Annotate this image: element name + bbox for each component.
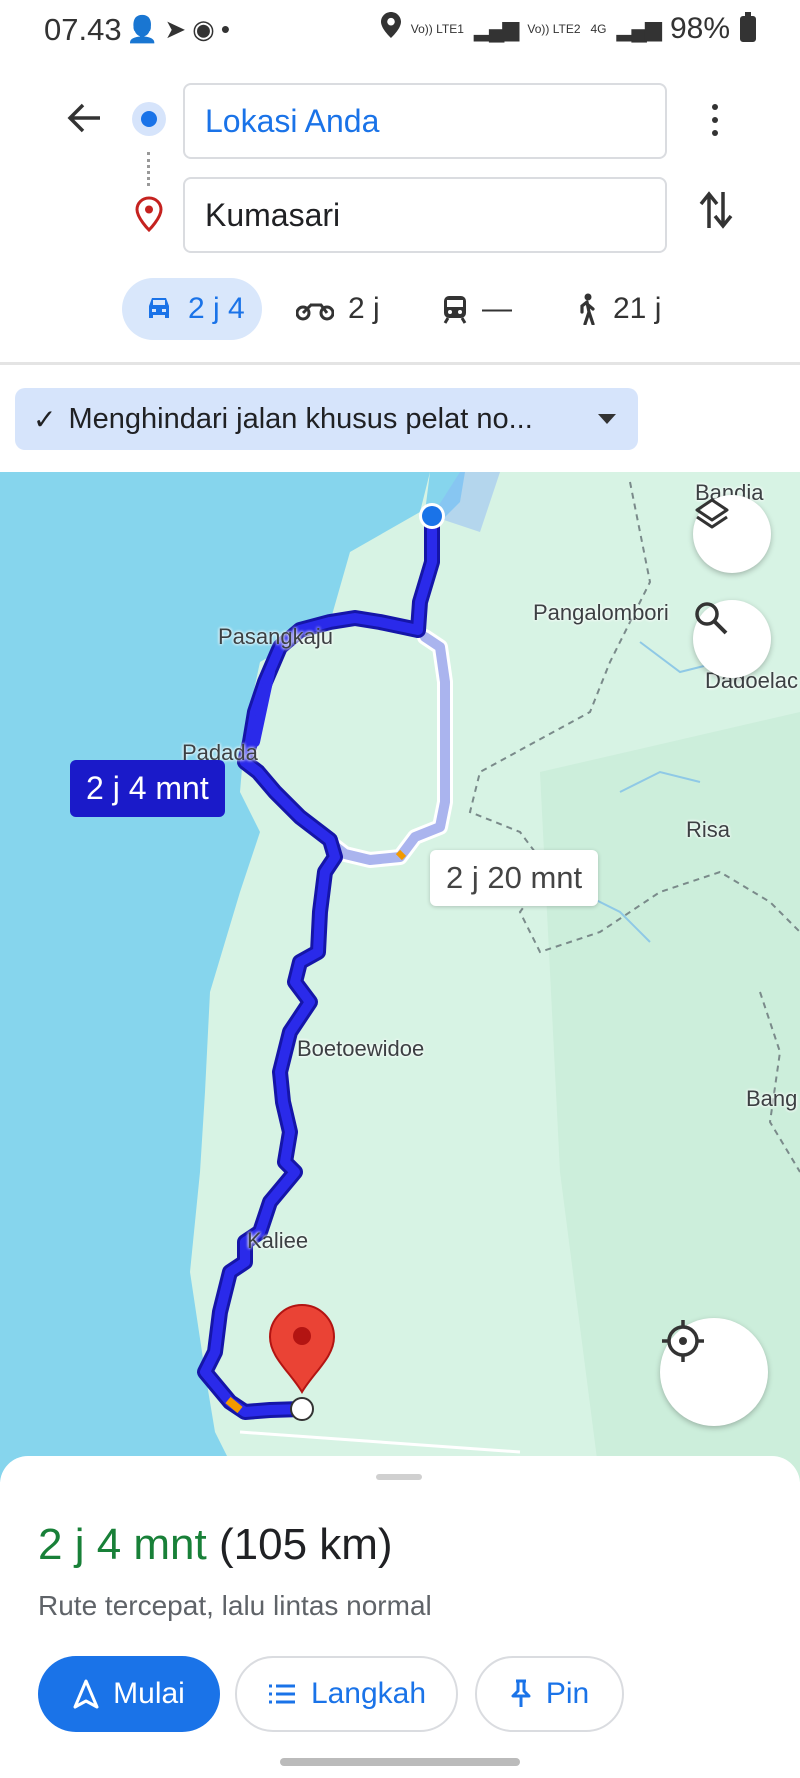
tab-transit-label: —: [482, 292, 512, 325]
start-button[interactable]: Mulai: [38, 1656, 220, 1732]
status-bar: 07.43 👤➤◉• Vo)) LTE1 ▂▄▆ Vo)) LTE2 4G ▂▄…: [0, 0, 800, 60]
notification-icons: 👤➤◉•: [126, 14, 236, 45]
check-icon: ✓: [33, 403, 57, 435]
steps-button[interactable]: Langkah: [235, 1656, 458, 1732]
route-subtitle: Rute tercepat, lalu lintas normal: [38, 1590, 432, 1621]
eta-primary-bubble[interactable]: 2 j 4 mnt: [70, 760, 225, 817]
more-dots-icon: [712, 104, 718, 110]
tab-motorcycle[interactable]: 2 j: [296, 278, 380, 340]
signal-icon: ▂▄▆: [473, 16, 519, 41]
tab-transit[interactable]: —: [442, 278, 512, 340]
map-label-pasangkaju: Pasangkaju: [218, 624, 333, 649]
route-connector: [147, 152, 151, 186]
motorcycle-icon: [296, 303, 334, 321]
map-label-risa: Risa: [686, 817, 731, 842]
origin-field[interactable]: Lokasi Anda: [183, 83, 667, 159]
sim1-label: Vo)) LTE1: [410, 22, 464, 36]
map-search-button[interactable]: [693, 600, 771, 678]
sheet-drag-handle[interactable]: [376, 1474, 422, 1480]
tab-walk-label: 21 j: [613, 292, 662, 325]
swap-icon: [699, 191, 733, 229]
sim2-label: Vo)) LTE2: [527, 22, 581, 36]
navigation-arrow-icon: [73, 1679, 99, 1709]
signal-icon: ▂▄▆: [616, 16, 662, 41]
route-summary: 2 j 4 mnt (105 km): [38, 1520, 393, 1570]
back-arrow-icon: [67, 103, 100, 133]
tab-walk[interactable]: 21 j: [575, 278, 661, 340]
dot-icon: •: [220, 14, 236, 44]
map-label-kaliee: Kaliee: [247, 1228, 309, 1253]
train-icon: [443, 296, 467, 324]
bottom-sheet: 2 j 4 mnt (105 km) Rute tercepat, lalu l…: [0, 1456, 800, 1778]
pin-button[interactable]: Pin: [475, 1656, 624, 1732]
map-label-bang: Bang: [746, 1086, 798, 1111]
destination-pin-icon: [134, 196, 164, 233]
search-icon: [695, 602, 728, 635]
start-label: Mulai: [113, 1677, 185, 1710]
route-distance: (105 km): [218, 1520, 393, 1569]
status-right: Vo)) LTE1 ▂▄▆ Vo)) LTE2 4G ▂▄▆ 98%: [380, 12, 756, 46]
divider: [0, 362, 800, 365]
more-options-button[interactable]: [700, 98, 730, 142]
my-location-button[interactable]: [660, 1318, 768, 1426]
map[interactable]: Bandja Pangalombori Pasangkaju Dadoelac …: [0, 472, 800, 1482]
pin-icon: [511, 1679, 531, 1707]
eta-alternate-bubble[interactable]: 2 j 20 mnt: [430, 850, 599, 906]
crosshair-icon: [662, 1320, 704, 1362]
location-icon: [380, 12, 401, 46]
origin-dot-icon: [132, 102, 166, 136]
chrome-icon: ◉: [192, 14, 221, 44]
destination-field[interactable]: Kumasari: [183, 177, 667, 253]
add-person-icon: 👤: [126, 14, 165, 44]
dropdown-arrow-icon: [598, 414, 616, 424]
route-options-chip[interactable]: ✓ Menghindari jalan khusus pelat no...: [15, 388, 638, 450]
travel-mode-tabs: 2 j 4 2 j — 21 j: [0, 278, 800, 342]
tab-car[interactable]: 2 j 4: [122, 278, 262, 340]
tab-motorcycle-label: 2 j: [348, 292, 380, 325]
map-label-pangalombori: Pangalombori: [533, 600, 669, 625]
map-label-boetoewidoe: Boetoewidoe: [297, 1036, 425, 1061]
back-button[interactable]: [62, 98, 106, 142]
swap-button[interactable]: [694, 190, 738, 234]
battery-percent: 98%: [669, 12, 730, 45]
walk-icon: [580, 293, 595, 325]
pin-label: Pin: [545, 1677, 590, 1710]
layers-icon: [695, 498, 729, 529]
network-label: 4G: [590, 22, 607, 36]
battery-icon: [740, 12, 756, 42]
status-time: 07.43: [44, 12, 122, 47]
route-duration: 2 j 4 mnt: [38, 1520, 207, 1569]
steps-label: Langkah: [310, 1677, 427, 1710]
tab-car-label: 2 j 4: [188, 292, 245, 325]
home-indicator[interactable]: [280, 1758, 520, 1766]
car-icon: [149, 298, 169, 318]
route-options-label: Menghindari jalan khusus pelat no...: [68, 402, 533, 435]
list-icon: [268, 1684, 295, 1704]
layers-button[interactable]: [693, 495, 771, 573]
telegram-icon: ➤: [164, 14, 193, 44]
